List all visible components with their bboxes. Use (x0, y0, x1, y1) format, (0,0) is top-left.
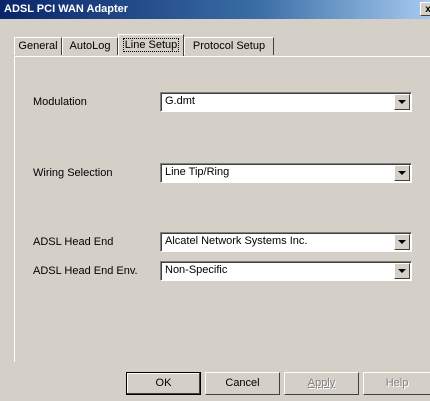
tab-general[interactable]: General (14, 37, 62, 55)
tab-protocol-setup[interactable]: Protocol Setup (184, 37, 274, 55)
modulation-select[interactable]: G.dmt (160, 92, 412, 112)
head-end-env-label: ADSL Head End Env. (33, 265, 138, 277)
head-end-select[interactable]: Alcatel Network Systems Inc. (160, 232, 412, 252)
modulation-label: Modulation (33, 96, 87, 108)
title-bar[interactable]: ADSL PCI WAN Adapter x (0, 0, 430, 19)
chevron-down-icon (398, 240, 406, 244)
tab-line-setup[interactable]: Line Setup (118, 34, 184, 56)
wiring-selection-label: Wiring Selection (33, 167, 113, 179)
window-title: ADSL PCI WAN Adapter (4, 3, 129, 15)
apply-button[interactable]: Apply (284, 372, 359, 395)
wiring-selection-value: Line Tip/Ring (165, 166, 230, 178)
head-end-value: Alcatel Network Systems Inc. (165, 235, 308, 247)
ok-button[interactable]: OK (126, 372, 201, 395)
tab-autolog[interactable]: AutoLog (62, 37, 118, 55)
wiring-selection-select[interactable]: Line Tip/Ring (160, 163, 412, 183)
wiring-selection-dropdown-button[interactable] (394, 165, 410, 181)
help-button[interactable]: Help (363, 372, 430, 395)
head-end-env-dropdown-button[interactable] (394, 263, 410, 279)
modulation-value: G.dmt (165, 95, 195, 107)
cancel-button[interactable]: Cancel (205, 372, 280, 395)
head-end-env-select[interactable]: Non-Specific (160, 261, 412, 281)
head-end-label: ADSL Head End (33, 236, 114, 248)
chevron-down-icon (398, 269, 406, 273)
chevron-down-icon (398, 100, 406, 104)
head-end-dropdown-button[interactable] (394, 234, 410, 250)
close-icon[interactable]: x (420, 2, 430, 16)
head-end-env-value: Non-Specific (165, 264, 228, 276)
line-setup-panel: Modulation G.dmt Wiring Selection Line T… (14, 56, 430, 362)
dialog-window: ADSL PCI WAN Adapter x General AutoLog L… (0, 0, 430, 401)
chevron-down-icon (398, 171, 406, 175)
modulation-dropdown-button[interactable] (394, 94, 410, 110)
